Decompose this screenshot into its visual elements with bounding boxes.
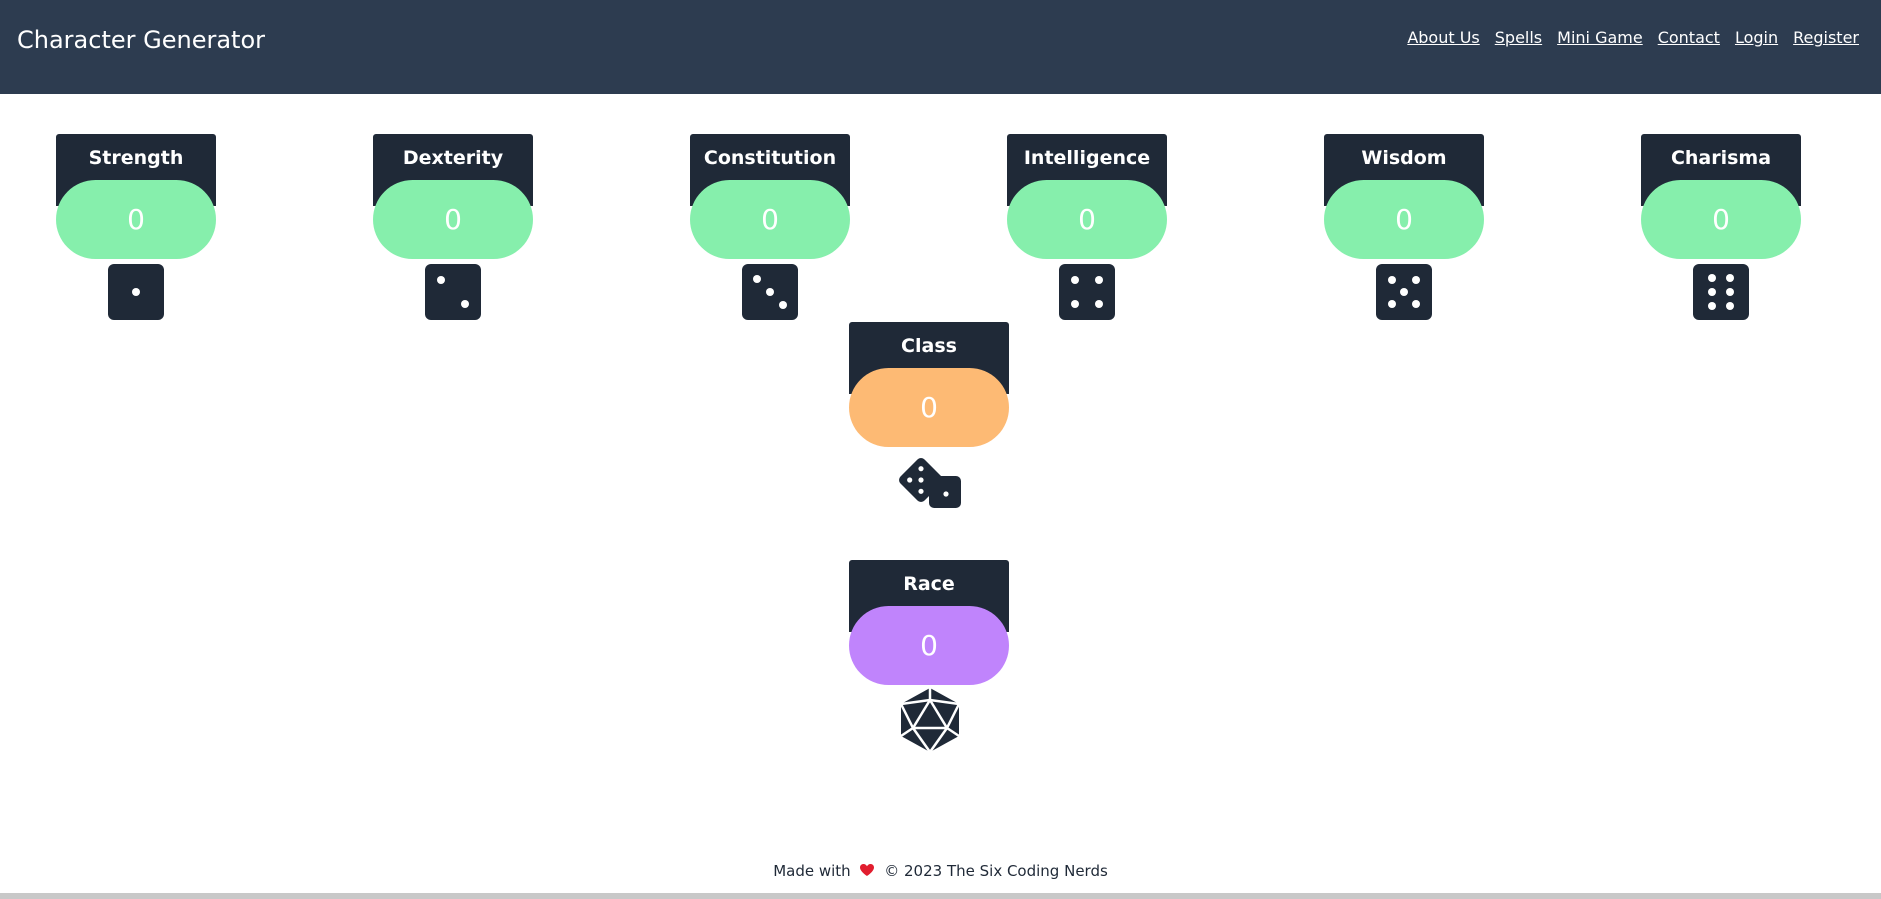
stat-value-dexterity: 0 (373, 180, 533, 259)
brand-title[interactable]: Character Generator (17, 25, 265, 55)
stat-title-strength: Strength (88, 147, 184, 169)
die-face-6-icon[interactable] (1693, 264, 1749, 320)
horizontal-scrollbar[interactable] (0, 893, 1881, 899)
stat-value-wisdom: 0 (1324, 180, 1484, 259)
die-face-1-icon[interactable] (108, 264, 164, 320)
stat-value-constitution: 0 (690, 180, 850, 259)
navbar: Character Generator About Us Spells Mini… (0, 0, 1881, 94)
stat-title-intelligence: Intelligence (1023, 147, 1151, 169)
dice-pair-icon[interactable] (896, 454, 964, 510)
footer-prefix: Made with (773, 862, 851, 880)
footer-copyright: © 2023 The Six Coding Nerds (884, 862, 1108, 880)
stat-title-constitution: Constitution (703, 147, 837, 169)
die-face-5-icon[interactable] (1376, 264, 1432, 320)
nav-link-login[interactable]: Login (1735, 28, 1778, 47)
nav-link-spells[interactable]: Spells (1495, 28, 1542, 47)
stat-card-constitution: Constitution 0 (690, 134, 850, 259)
class-value: 0 (849, 368, 1009, 447)
stat-title-wisdom: Wisdom (1361, 147, 1447, 169)
die-face-3-icon[interactable] (742, 264, 798, 320)
stat-value-strength: 0 (56, 180, 216, 259)
nav-link-contact[interactable]: Contact (1658, 28, 1720, 47)
race-value: 0 (849, 606, 1009, 685)
stat-card-dexterity: Dexterity 0 (373, 134, 533, 259)
nav-link-about-us[interactable]: About Us (1407, 28, 1479, 47)
heart-icon (859, 862, 875, 880)
stat-card-intelligence: Intelligence 0 (1007, 134, 1167, 259)
class-card: Class 0 (849, 322, 1009, 447)
footer: Made with © 2023 The Six Coding Nerds (0, 862, 1881, 880)
stat-title-dexterity: Dexterity (402, 147, 504, 169)
stat-card-strength: Strength 0 (56, 134, 216, 259)
class-title: Class (901, 335, 957, 357)
nav-link-register[interactable]: Register (1793, 28, 1859, 47)
stat-value-intelligence: 0 (1007, 180, 1167, 259)
nav-links: About Us Spells Mini Game Contact Login … (1407, 28, 1859, 47)
stat-card-charisma: Charisma 0 (1641, 134, 1801, 259)
stat-value-charisma: 0 (1641, 180, 1801, 259)
d20-icon[interactable] (897, 686, 963, 754)
race-title: Race (903, 573, 955, 595)
stat-title-charisma: Charisma (1670, 147, 1772, 169)
die-face-2-icon[interactable] (425, 264, 481, 320)
stat-card-wisdom: Wisdom 0 (1324, 134, 1484, 259)
race-card: Race 0 (849, 560, 1009, 685)
nav-link-mini-game[interactable]: Mini Game (1557, 28, 1643, 47)
die-face-4-icon[interactable] (1059, 264, 1115, 320)
